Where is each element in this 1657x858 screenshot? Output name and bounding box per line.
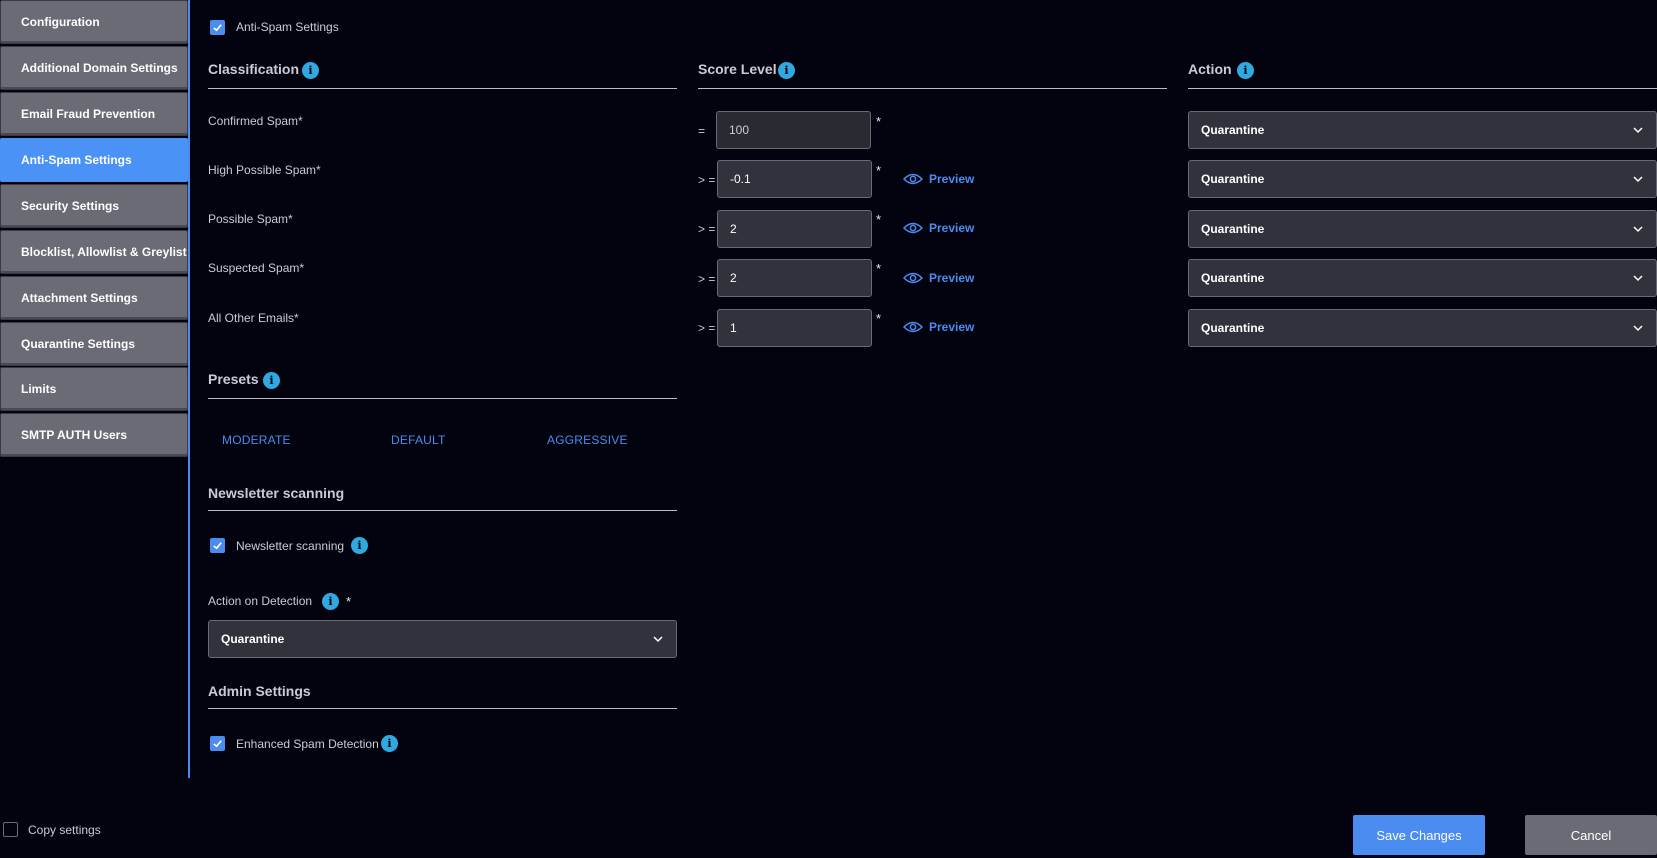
chevron-down-icon (1633, 325, 1643, 332)
sidebar-item-quarantine-settings[interactable]: Quarantine Settings (0, 322, 188, 366)
check-icon (213, 24, 222, 32)
high-possible-spam-operator: > = (698, 173, 716, 187)
sidebar-item-smtp-auth-users[interactable]: SMTP AUTH Users (0, 413, 188, 457)
preset-aggressive-button[interactable]: AGGRESSIVE (547, 433, 628, 447)
possible-spam-action-select[interactable]: Quarantine (1188, 210, 1657, 248)
copy-settings-label: Copy settings (28, 823, 101, 837)
all-other-emails-operator: > = (698, 321, 716, 335)
confirmed-spam-score-field: 100 (716, 111, 871, 149)
chevron-down-icon (1633, 226, 1643, 233)
all-other-emails-action-value: Quarantine (1201, 321, 1265, 335)
possible-spam-action-value: Quarantine (1201, 222, 1265, 236)
possible-spam-operator: > = (698, 222, 716, 236)
required-marker: * (876, 212, 882, 227)
newsletter-header: Newsletter scanning (208, 485, 345, 501)
sidebar-item-additional-domain-settings[interactable]: Additional Domain Settings (0, 46, 188, 90)
enhanced-spam-detection-info-icon[interactable]: i (381, 735, 398, 752)
eye-icon (903, 173, 923, 185)
newsletter-divider (208, 510, 677, 511)
sidebar-item-anti-spam-settings[interactable]: Anti-Spam Settings (0, 138, 188, 182)
save-changes-button[interactable]: Save Changes (1353, 815, 1485, 855)
admin-settings-divider (208, 708, 677, 709)
eye-icon (903, 272, 923, 284)
sidebar-nav: Configuration Additional Domain Settings… (0, 0, 190, 778)
required-marker: * (876, 261, 882, 276)
action-on-detection-select[interactable]: Quarantine (208, 620, 677, 658)
suspected-spam-label: Suspected Spam* (208, 261, 305, 275)
confirmed-spam-action-value: Quarantine (1201, 123, 1265, 137)
check-icon (213, 542, 222, 550)
action-on-detection-info-icon[interactable]: i (322, 593, 339, 610)
sidebar-item-security-settings[interactable]: Security Settings (0, 184, 188, 228)
enhanced-spam-detection-checkbox[interactable] (210, 736, 225, 751)
newsletter-scanning-label: Newsletter scanning (236, 539, 345, 553)
sidebar-item-email-fraud-prevention[interactable]: Email Fraud Prevention (0, 92, 188, 136)
suspected-spam-preview-link[interactable]: Preview (903, 271, 974, 285)
admin-settings-header: Admin Settings (208, 683, 311, 699)
suspected-spam-action-value: Quarantine (1201, 271, 1265, 285)
confirmed-spam-label: Confirmed Spam* (208, 114, 303, 128)
copy-settings-checkbox[interactable] (3, 822, 18, 837)
presets-divider (208, 398, 677, 399)
suspected-spam-action-select[interactable]: Quarantine (1188, 259, 1657, 297)
anti-spam-checkbox[interactable] (210, 20, 225, 35)
action-divider (1188, 88, 1657, 89)
presets-info-icon[interactable]: i (263, 372, 280, 389)
all-other-emails-score-input[interactable]: 1 (717, 309, 872, 347)
sidebar-item-blocklist-allowlist-greylist[interactable]: Blocklist, Allowlist & Greylist (0, 230, 188, 274)
preview-label: Preview (929, 221, 975, 235)
action-header: Action (1188, 61, 1232, 77)
newsletter-info-icon[interactable]: i (351, 537, 368, 554)
sidebar-item-attachment-settings[interactable]: Attachment Settings (0, 276, 188, 320)
eye-icon (903, 321, 923, 333)
chevron-down-icon (1633, 275, 1643, 282)
action-on-detection-label: Action on Detection (208, 594, 313, 608)
all-other-emails-label: All Other Emails* (208, 311, 299, 325)
high-possible-spam-action-select[interactable]: Quarantine (1188, 160, 1657, 198)
eye-icon (903, 222, 923, 234)
suspected-spam-operator: > = (698, 272, 716, 286)
cancel-button[interactable]: Cancel (1525, 815, 1657, 855)
high-possible-spam-preview-link[interactable]: Preview (903, 172, 974, 186)
high-possible-spam-label: High Possible Spam* (208, 163, 321, 177)
possible-spam-label: Possible Spam* (208, 212, 293, 226)
classification-divider (208, 88, 677, 89)
all-other-emails-preview-link[interactable]: Preview (903, 320, 974, 334)
preset-default-button[interactable]: DEFAULT (391, 433, 446, 447)
preset-moderate-button[interactable]: MODERATE (222, 433, 291, 447)
classification-info-icon[interactable]: i (302, 62, 319, 79)
high-possible-spam-action-value: Quarantine (1201, 172, 1265, 186)
score-level-header: Score Level (698, 61, 777, 77)
anti-spam-checkbox-label: Anti-Spam Settings (236, 20, 339, 34)
required-marker: * (346, 594, 352, 609)
enhanced-spam-detection-label: Enhanced Spam Detection (236, 737, 379, 751)
action-info-icon[interactable]: i (1237, 62, 1254, 79)
newsletter-scanning-checkbox[interactable] (210, 538, 225, 553)
high-possible-spam-score-input[interactable]: -0.1 (717, 160, 872, 198)
possible-spam-score-input[interactable]: 2 (717, 210, 872, 248)
possible-spam-preview-link[interactable]: Preview (903, 221, 974, 235)
required-marker: * (876, 311, 882, 326)
chevron-down-icon (1633, 176, 1643, 183)
score-level-info-icon[interactable]: i (778, 62, 795, 79)
preview-label: Preview (929, 172, 975, 186)
confirmed-spam-action-select[interactable]: Quarantine (1188, 111, 1657, 149)
action-on-detection-value: Quarantine (221, 632, 285, 646)
preview-label: Preview (929, 320, 975, 334)
required-marker: * (876, 114, 882, 129)
sidebar-item-configuration[interactable]: Configuration (0, 0, 188, 44)
classification-header: Classification (208, 61, 300, 77)
preview-label: Preview (929, 271, 975, 285)
suspected-spam-score-input[interactable]: 2 (717, 259, 872, 297)
sidebar-item-limits[interactable]: Limits (0, 367, 188, 411)
score-level-divider (698, 88, 1167, 89)
chevron-down-icon (653, 636, 663, 643)
required-marker: * (876, 163, 882, 178)
chevron-down-icon (1633, 127, 1643, 134)
all-other-emails-action-select[interactable]: Quarantine (1188, 309, 1657, 347)
presets-header: Presets (208, 371, 259, 387)
confirmed-spam-operator: = (698, 124, 706, 138)
check-icon (213, 740, 222, 748)
